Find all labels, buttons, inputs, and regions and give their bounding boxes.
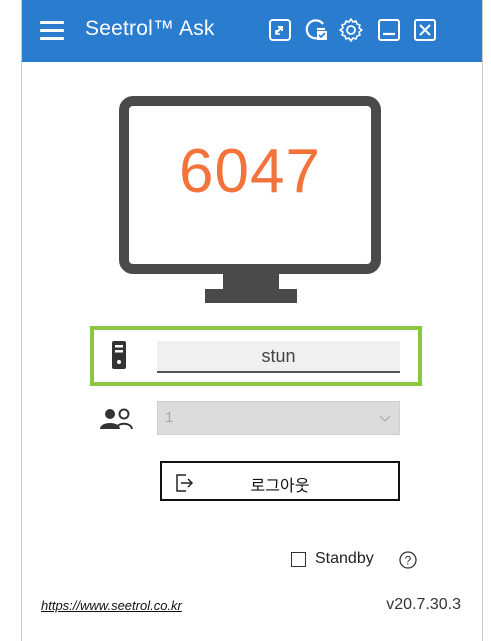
svg-text:?: ? [405,554,412,568]
standby-label: Standby [315,550,374,567]
logout-label: 로그아웃 [250,476,310,495]
gear-icon[interactable] [338,17,364,43]
chevron-down-icon [379,415,391,422]
logout-button[interactable]: 로그아웃 [160,461,400,501]
users-icon [100,408,133,430]
title-bar: Seetrol™ Ask [22,0,482,62]
user-count-value: 1 [165,409,174,426]
minimize-icon[interactable] [376,17,402,43]
standby-checkbox[interactable] [291,552,306,567]
server-icon [112,341,126,369]
close-icon[interactable] [412,17,438,43]
app-title: Seetrol™ Ask [85,17,215,40]
help-icon[interactable]: ? [399,551,417,569]
monitor-display: 6047 [119,96,381,313]
website-link[interactable]: https://www.seetrol.co.kr [41,598,182,613]
refresh-check-icon[interactable] [303,17,329,43]
connection-id-number: 6047 [179,137,321,206]
user-count-select[interactable]: 1 [157,401,400,435]
menu-icon[interactable] [40,21,64,41]
version-label: v20.7.30.3 [386,596,461,613]
screen-share-icon[interactable] [267,17,293,43]
server-input[interactable]: stun [157,341,400,373]
app-window: Seetrol™ Ask 6047 stun 1 로그아웃 Standby ? … [21,0,483,641]
server-highlight-box: stun [90,326,422,386]
